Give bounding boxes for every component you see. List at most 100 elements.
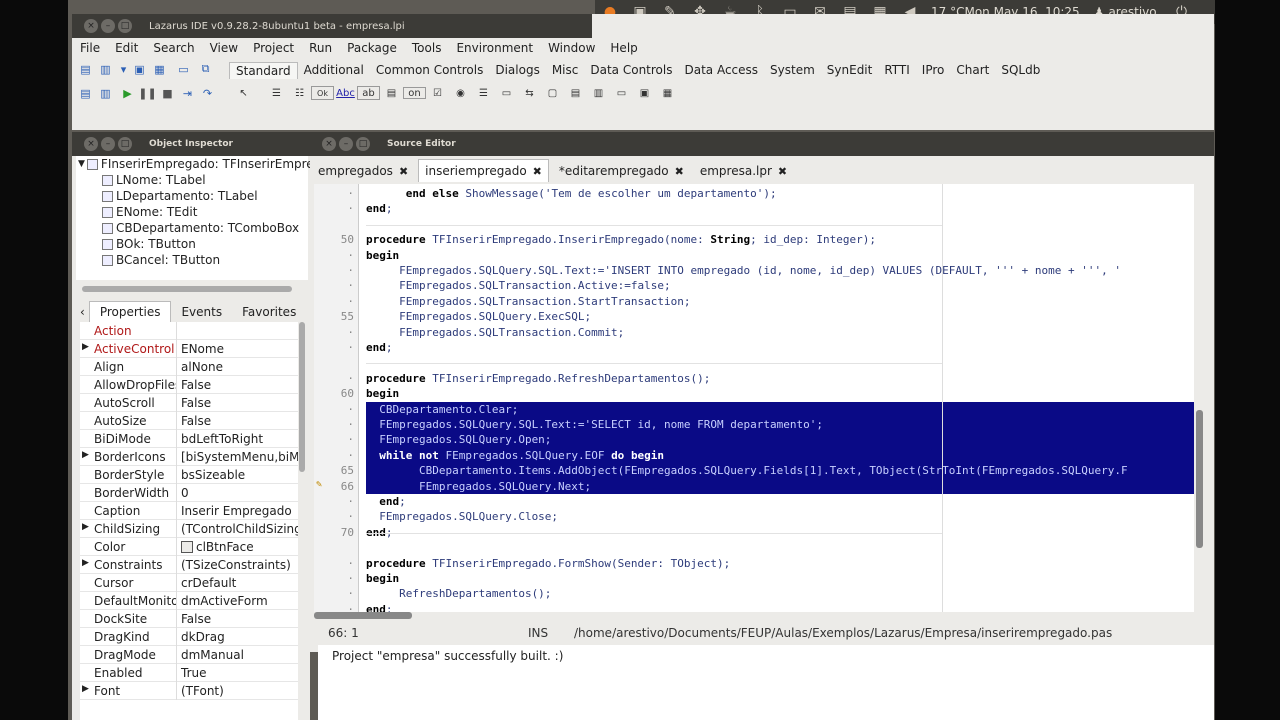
- palette-tab-ipro[interactable]: IPro: [916, 62, 951, 78]
- menu-file[interactable]: File: [80, 41, 100, 55]
- property-value[interactable]: [biSystemMenu,biMi: [176, 447, 298, 466]
- property-value[interactable]: dmActiveForm: [176, 591, 298, 610]
- property-row[interactable]: ▶ BorderIcons [biSystemMenu,biMi: [80, 447, 298, 466]
- property-row[interactable]: ▶ ChildSizing (TControlChildSizing): [80, 519, 298, 538]
- close-tab-icon[interactable]: ✖: [778, 165, 787, 178]
- property-value[interactable]: bdLeftToRight: [176, 429, 298, 448]
- tree-item-form[interactable]: ▼ FInserirEmpregado: TFInserirEmpregado: [78, 156, 344, 172]
- menu-package[interactable]: Package: [347, 41, 397, 55]
- tab-scroll-left-icon[interactable]: ‹: [76, 302, 89, 322]
- radiobutton-component-icon[interactable]: ◉: [449, 83, 472, 103]
- maximize-icon[interactable]: □: [118, 19, 132, 33]
- property-row[interactable]: BiDiMode bdLeftToRight: [80, 429, 298, 448]
- open-icon[interactable]: ▥: [98, 62, 113, 76]
- menu-run[interactable]: Run: [309, 41, 332, 55]
- button-component-icon[interactable]: Ok: [311, 86, 334, 100]
- edit-component-icon[interactable]: ab: [357, 86, 380, 100]
- property-row[interactable]: Color clBtnFace: [80, 537, 298, 556]
- expand-icon[interactable]: ▶: [82, 684, 89, 694]
- menu-edit[interactable]: Edit: [115, 41, 138, 55]
- property-value[interactable]: False: [176, 411, 298, 430]
- property-value[interactable]: (TFont): [176, 681, 298, 700]
- property-value[interactable]: True: [176, 663, 298, 682]
- palette-tab-sqldb[interactable]: SQLdb: [995, 62, 1046, 78]
- palette-tab-rtti[interactable]: RTTI: [878, 62, 915, 78]
- property-row[interactable]: DockSite False: [80, 609, 298, 628]
- toggle-form-icon[interactable]: ⧉: [198, 62, 213, 76]
- property-row[interactable]: DragKind dkDrag: [80, 627, 298, 646]
- editor-vertical-scrollbar[interactable]: [1196, 410, 1203, 548]
- view-forms-icon[interactable]: ▥: [98, 86, 113, 100]
- menu-window[interactable]: Window: [548, 41, 595, 55]
- property-row[interactable]: Cursor crDefault: [80, 573, 298, 592]
- property-value[interactable]: Inserir Empregado: [176, 501, 298, 520]
- palette-tab-data-access[interactable]: Data Access: [678, 62, 764, 78]
- tree-item-cbdepartamento[interactable]: CBDepartamento: TComboBox: [102, 220, 299, 236]
- menu-environment[interactable]: Environment: [456, 41, 533, 55]
- main-menu-icon[interactable]: ☰: [265, 83, 288, 103]
- property-row[interactable]: AutoScroll False: [80, 393, 298, 412]
- menu-project[interactable]: Project: [253, 41, 294, 55]
- palette-tab-chart[interactable]: Chart: [950, 62, 995, 78]
- se-close-icon[interactable]: ×: [322, 137, 336, 151]
- property-value[interactable]: dkDrag: [176, 627, 298, 646]
- combobox-component-icon[interactable]: ▭: [495, 83, 518, 103]
- property-value[interactable]: 0: [176, 483, 298, 502]
- palette-tab-system[interactable]: System: [764, 62, 821, 78]
- tab-properties[interactable]: Properties: [88, 301, 172, 322]
- new-unit-icon[interactable]: ▤: [78, 62, 93, 76]
- tree-item-enome[interactable]: ENome: TEdit: [102, 204, 197, 220]
- property-value[interactable]: False: [176, 609, 298, 628]
- close-tab-icon[interactable]: ✖: [533, 165, 542, 178]
- property-row[interactable]: Caption Inserir Empregado: [80, 501, 298, 520]
- tree-item-bcancel[interactable]: BCancel: TButton: [102, 252, 220, 268]
- menu-search[interactable]: Search: [153, 41, 194, 55]
- se-minimize-icon[interactable]: –: [339, 137, 353, 151]
- checkbox-component-icon[interactable]: ☑: [426, 83, 449, 103]
- tree-item-lnome[interactable]: LNome: TLabel: [102, 172, 206, 188]
- property-value[interactable]: clBtnFace: [176, 537, 298, 556]
- palette-tab-data-controls[interactable]: Data Controls: [584, 62, 678, 78]
- stop-icon[interactable]: ■: [160, 86, 175, 100]
- pause-icon[interactable]: ❚❚: [138, 86, 156, 100]
- listbox-component-icon[interactable]: ☰: [472, 83, 495, 103]
- property-value[interactable]: (TSizeConstraints): [176, 555, 298, 574]
- property-row[interactable]: Enabled True: [80, 663, 298, 682]
- expand-icon[interactable]: ▶: [82, 522, 89, 532]
- property-row[interactable]: Action: [80, 321, 298, 340]
- property-value[interactable]: False: [176, 393, 298, 412]
- editor-horizontal-scrollbar[interactable]: [314, 612, 412, 619]
- oi-close-icon[interactable]: ×: [84, 137, 98, 151]
- property-value[interactable]: dmManual: [176, 645, 298, 664]
- form-icon[interactable]: ▭: [176, 62, 191, 76]
- save-all-icon[interactable]: ▦: [152, 62, 167, 76]
- frame-component-icon[interactable]: ▣: [633, 83, 656, 103]
- label-component-icon[interactable]: Abc: [334, 83, 357, 103]
- step-over-icon[interactable]: ↷: [200, 86, 215, 100]
- property-row[interactable]: BorderWidth 0: [80, 483, 298, 502]
- property-row[interactable]: ▶ Constraints (TSizeConstraints): [80, 555, 298, 574]
- step-into-icon[interactable]: ⇥: [180, 86, 195, 100]
- tree-item-ldepartamento[interactable]: LDepartamento: TLabel: [102, 188, 258, 204]
- expand-icon[interactable]: ▶: [82, 558, 89, 568]
- palette-tab-synedit[interactable]: SynEdit: [821, 62, 879, 78]
- popup-menu-icon[interactable]: ☷: [288, 83, 311, 103]
- property-value[interactable]: [176, 321, 298, 340]
- property-row[interactable]: ▶ ActiveControl ENome: [80, 339, 298, 358]
- panel-component-icon[interactable]: ▭: [610, 83, 633, 103]
- property-row[interactable]: AutoSize False: [80, 411, 298, 430]
- tab-inserirempregado[interactable]: inseriempregado ✖: [418, 159, 549, 182]
- tree-horizontal-scrollbar[interactable]: [82, 286, 292, 292]
- cursor-icon[interactable]: ↖: [232, 83, 255, 103]
- oi-maximize-icon[interactable]: □: [118, 137, 132, 151]
- view-units-icon[interactable]: ▤: [78, 86, 93, 100]
- property-row[interactable]: DefaultMonitor dmActiveForm: [80, 591, 298, 610]
- property-value[interactable]: (TControlChildSizing): [176, 519, 298, 538]
- groupbox-component-icon[interactable]: ▢: [541, 83, 564, 103]
- menu-tools[interactable]: Tools: [412, 41, 442, 55]
- palette-tab-standard[interactable]: Standard: [229, 61, 298, 79]
- code-area[interactable]: end else ShowMessage('Tem de escolher um…: [364, 184, 1194, 612]
- tab-favorites[interactable]: Favorites: [232, 302, 306, 322]
- scrollbar-component-icon[interactable]: ⇆: [518, 83, 541, 103]
- property-value[interactable]: alNone: [176, 357, 298, 376]
